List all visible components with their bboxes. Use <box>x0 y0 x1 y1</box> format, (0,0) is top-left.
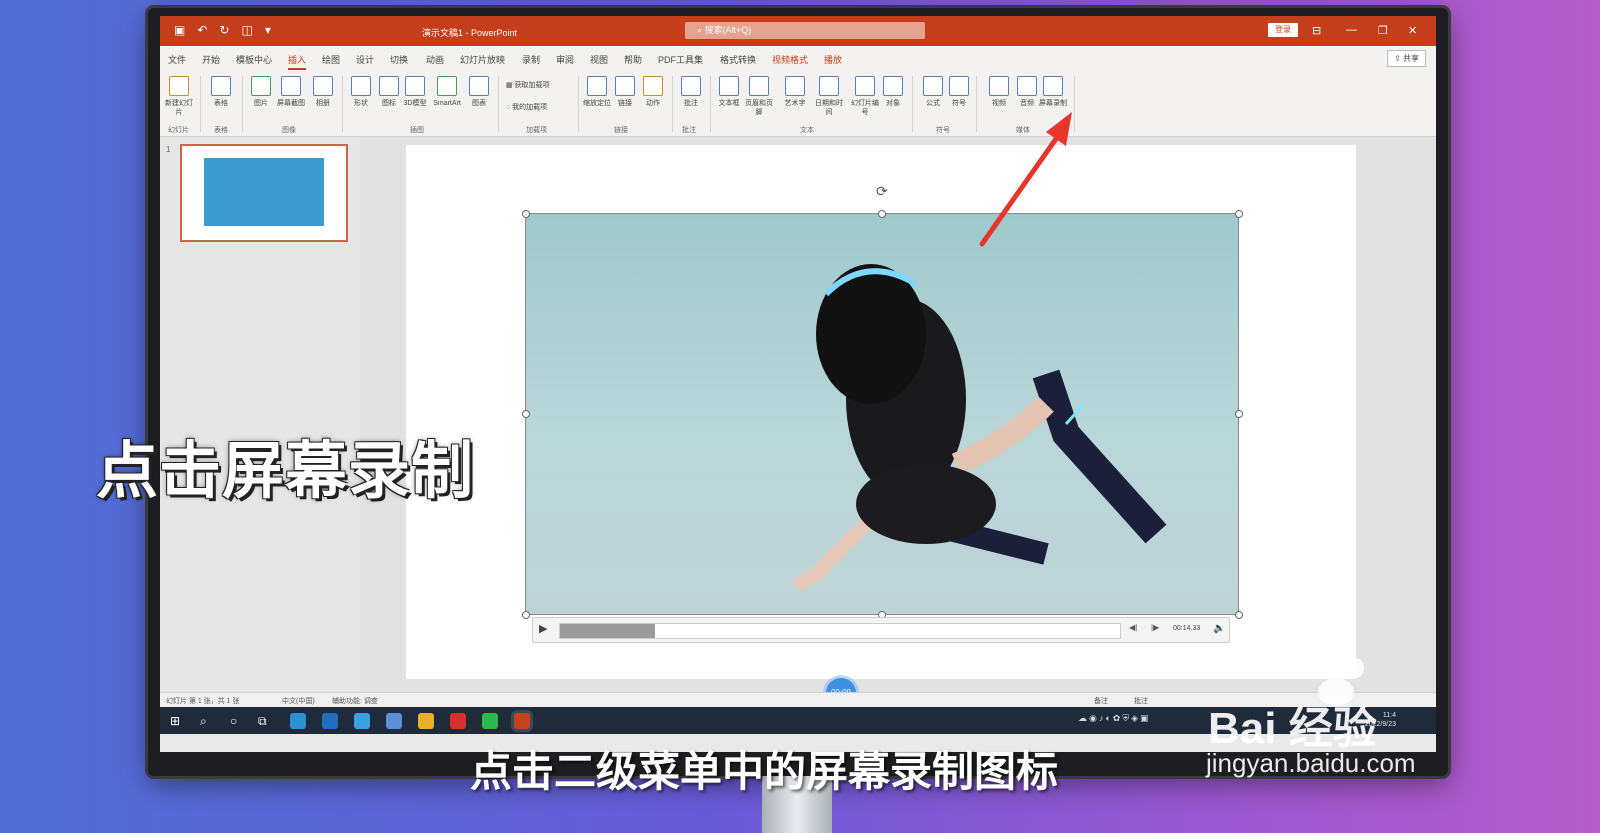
watermark-url: jingyan.baidu.com <box>1206 748 1416 778</box>
baidu-jingyan-watermark: Bai 经验 <box>1208 704 1377 753</box>
instruction-caption: 点击屏幕录制 <box>96 437 475 506</box>
video-subtitle: 点击二级菜单中的屏幕录制图标 <box>470 748 1059 795</box>
